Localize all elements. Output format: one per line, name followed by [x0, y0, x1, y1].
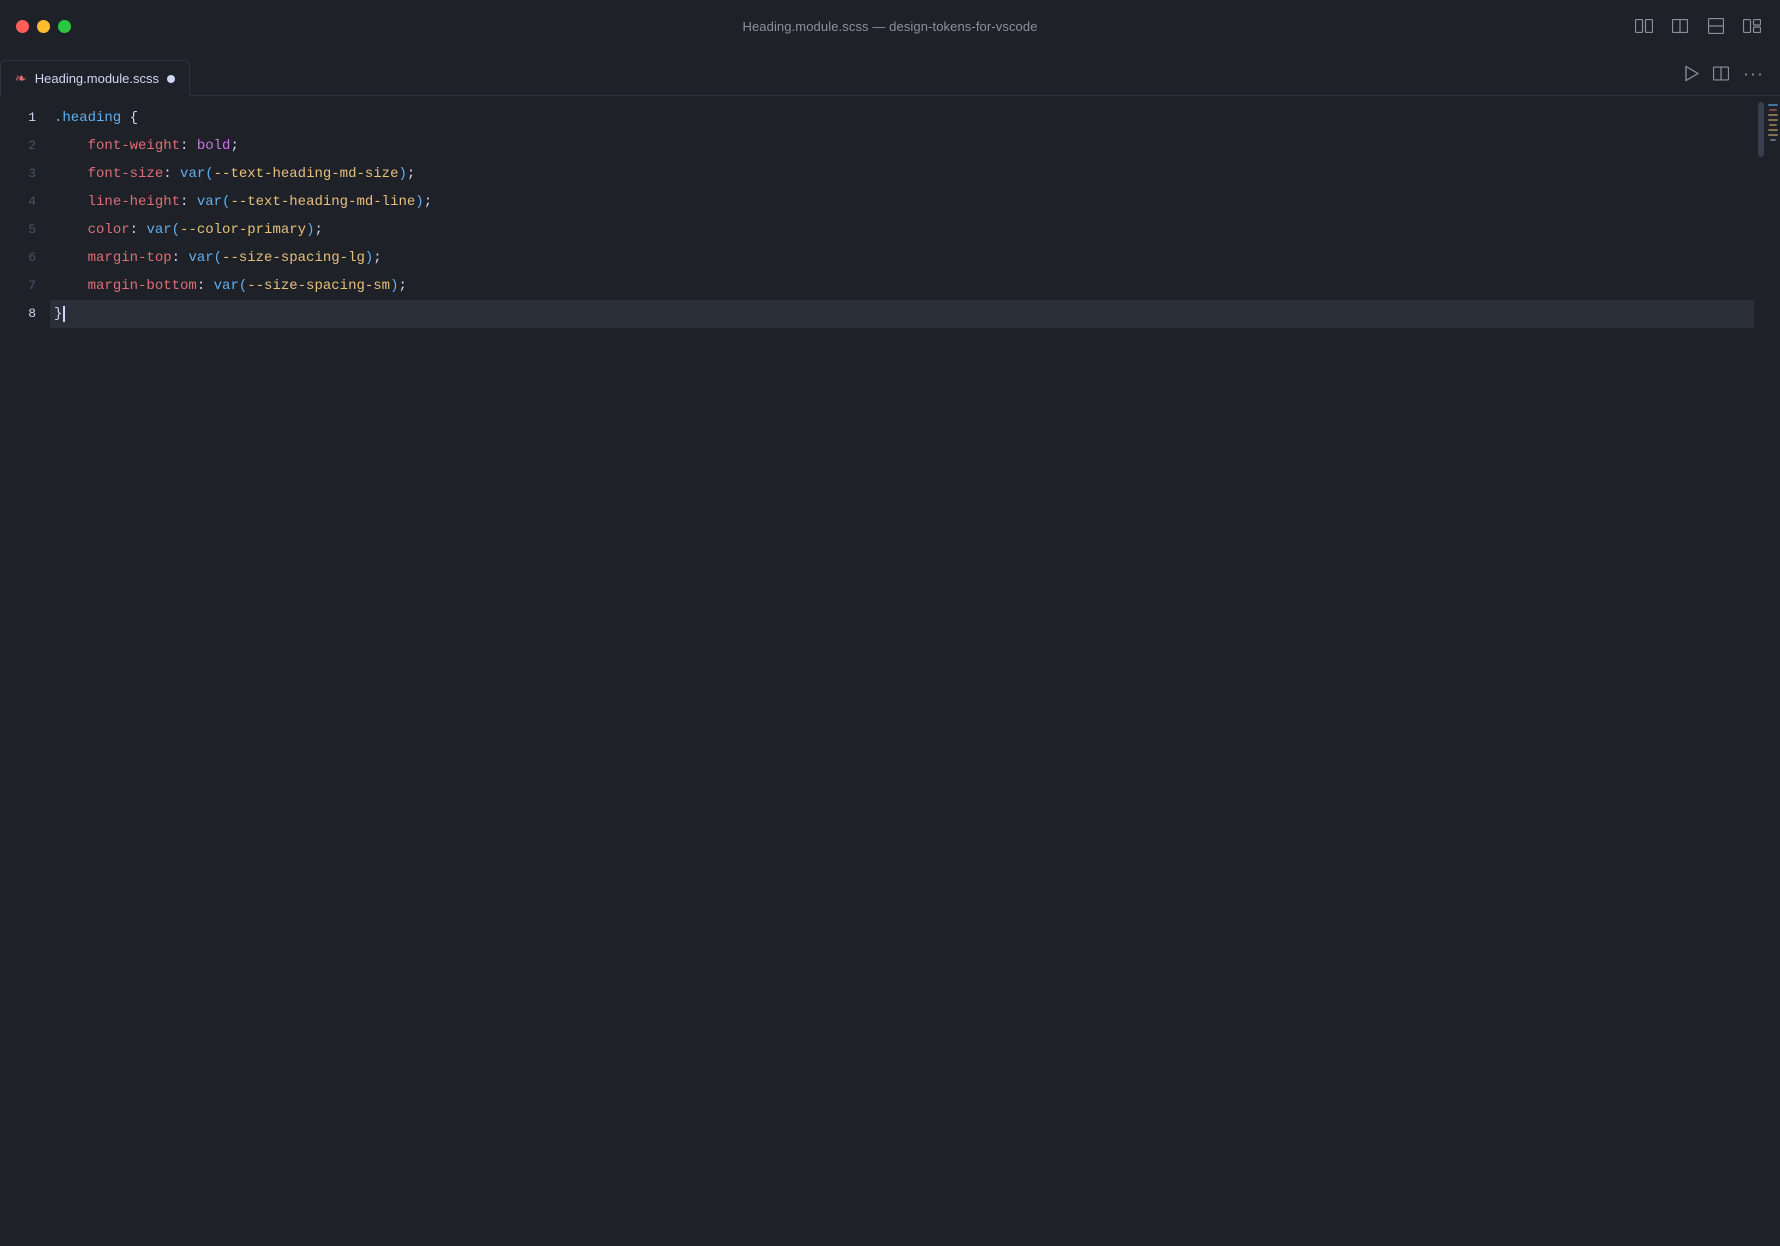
- tab-bar: ❧ Heading.module.scss ···: [0, 52, 1780, 96]
- code-editor[interactable]: .heading { font-weight: bold; font-size:…: [50, 96, 1754, 1246]
- line-number-6: 6: [28, 244, 36, 272]
- minimize-button[interactable]: [37, 20, 50, 33]
- tab-heading-module-scss[interactable]: ❧ Heading.module.scss: [0, 60, 190, 96]
- vertical-scrollbar-thumb[interactable]: [1758, 102, 1764, 157]
- line-number-1: 1: [28, 104, 36, 132]
- code-line-4: line-height: var(--text-heading-md-line)…: [50, 188, 1754, 216]
- code-line-8: }: [50, 300, 1754, 328]
- code-line-2: font-weight: bold;: [50, 132, 1754, 160]
- more-actions-icon[interactable]: ···: [1743, 63, 1764, 84]
- line-number-2: 2: [28, 132, 36, 160]
- empty-editor-space[interactable]: [50, 328, 1754, 1128]
- line-number-7: 7: [28, 272, 36, 300]
- code-line-6: margin-top: var(--size-spacing-lg);: [50, 244, 1754, 272]
- line-numbers-gutter: 1 2 3 4 5 6 7 8: [0, 96, 50, 1246]
- window-title: Heading.module.scss — design-tokens-for-…: [742, 19, 1037, 34]
- vertical-scrollbar-track[interactable]: [1754, 96, 1766, 1246]
- titlebar-right-icons: [1632, 14, 1764, 38]
- code-line-1: .heading {: [50, 104, 1754, 132]
- line-number-5: 5: [28, 216, 36, 244]
- property-token-margin-top: margin-top: [88, 250, 172, 266]
- split-horizontal-icon[interactable]: [1668, 14, 1692, 38]
- maximize-button[interactable]: [58, 20, 71, 33]
- line-number-8: 8: [28, 300, 36, 328]
- code-line-5: color: var(--color-primary);: [50, 216, 1754, 244]
- split-vertical-icon[interactable]: [1704, 14, 1728, 38]
- code-line-7: margin-bottom: var(--size-spacing-sm);: [50, 272, 1754, 300]
- customize-layout-icon[interactable]: [1740, 14, 1764, 38]
- property-token-line-height: line-height: [88, 194, 180, 210]
- run-code-icon[interactable]: [1685, 66, 1699, 82]
- traffic-lights: [16, 20, 71, 33]
- property-token-margin-bottom: margin-bottom: [88, 278, 197, 294]
- tab-filename: Heading.module.scss: [35, 71, 159, 86]
- property-token-font-weight: font-weight: [88, 138, 180, 154]
- code-line-3: font-size: var(--text-heading-md-size);: [50, 160, 1754, 188]
- vscode-window: Heading.module.scss — design-tokens-for-…: [0, 0, 1780, 1246]
- panel-layout-icon[interactable]: [1632, 14, 1656, 38]
- editor-area: 1 2 3 4 5 6 7 8 .heading { font-weight: …: [0, 96, 1780, 1246]
- close-button[interactable]: [16, 20, 29, 33]
- titlebar: Heading.module.scss — design-tokens-for-…: [0, 0, 1780, 52]
- tab-modified-dot: [167, 75, 175, 83]
- scss-file-icon: ❧: [15, 70, 27, 87]
- property-token-font-size: font-size: [88, 166, 164, 182]
- minimap: [1766, 96, 1780, 1246]
- split-editor-icon[interactable]: [1713, 67, 1729, 81]
- selector-token: .heading: [54, 110, 121, 126]
- line-number-3: 3: [28, 160, 36, 188]
- tabbar-right-actions: ···: [1685, 63, 1764, 84]
- property-token-color: color: [88, 222, 130, 238]
- line-number-4: 4: [28, 188, 36, 216]
- cursor: [63, 306, 65, 322]
